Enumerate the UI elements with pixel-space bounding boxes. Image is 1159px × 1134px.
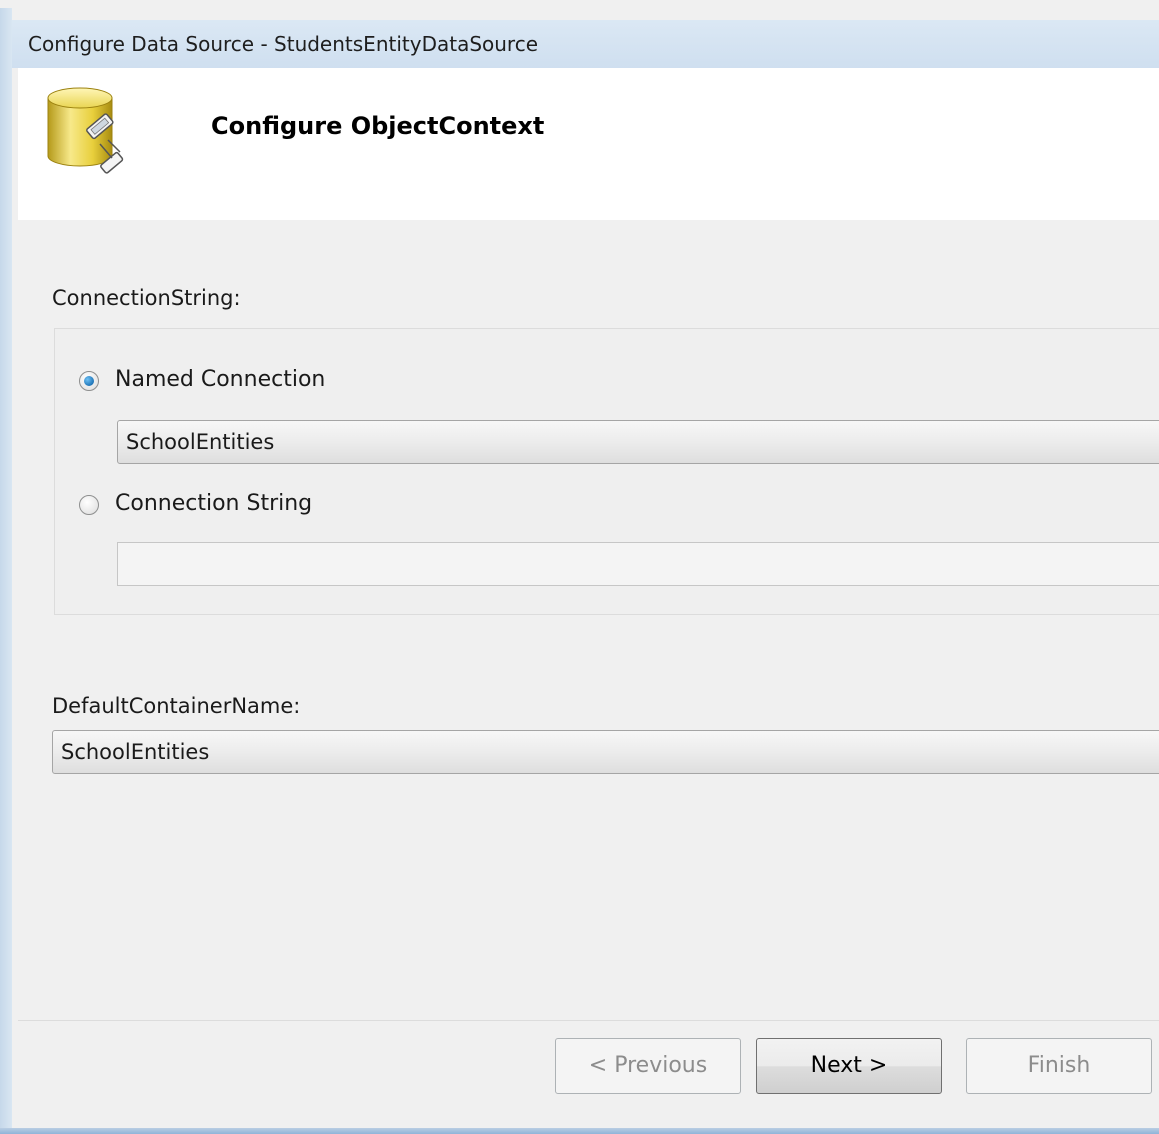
finish-button[interactable]: Finish [966, 1038, 1152, 1094]
page-title: Configure ObjectContext [211, 112, 545, 140]
next-button[interactable]: Next > [756, 1038, 942, 1094]
window-title: Configure Data Source - StudentsEntityDa… [28, 32, 539, 56]
wizard-header: Configure ObjectContext [18, 68, 1159, 220]
connection-string-label[interactable]: Connection String [115, 491, 312, 516]
database-icon [47, 87, 124, 174]
default-container-name-combobox[interactable]: SchoolEntities [52, 730, 1159, 774]
previous-button[interactable]: < Previous [555, 1038, 741, 1094]
connection-string-radio[interactable] [79, 495, 99, 515]
window-frame-bottom [0, 1128, 1159, 1134]
named-connection-label[interactable]: Named Connection [115, 367, 325, 392]
connection-string-input[interactable] [117, 542, 1159, 586]
default-container-name-label: DefaultContainerName: [52, 694, 301, 718]
wizard-footer: < Previous Next > Finish [18, 1021, 1159, 1121]
named-connection-combobox[interactable]: SchoolEntities [117, 420, 1159, 464]
window-frame-left [0, 8, 12, 1134]
named-connection-radio[interactable] [79, 371, 99, 391]
configure-data-source-dialog: Configure Data Source - StudentsEntityDa… [0, 0, 1159, 1134]
title-bar[interactable]: Configure Data Source - StudentsEntityDa… [12, 20, 1159, 68]
connection-string-section-label: ConnectionString: [52, 286, 241, 310]
wizard-content: ConnectionString: Named Connection Schoo… [18, 220, 1159, 1016]
connection-groupbox: Named Connection SchoolEntities Connecti… [54, 328, 1159, 615]
